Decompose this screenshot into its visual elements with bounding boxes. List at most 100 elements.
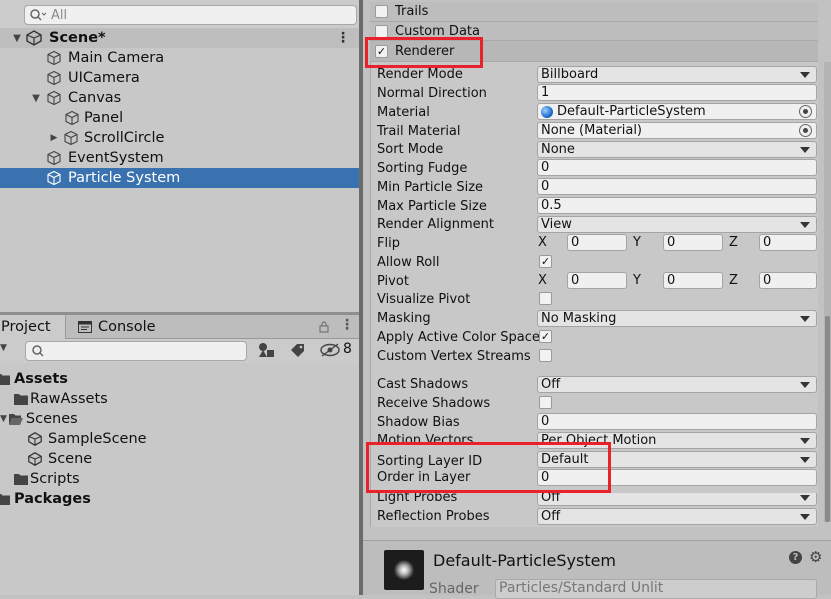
module-trails[interactable]: Trails: [370, 2, 818, 22]
hierarchy-item-scrollcircle[interactable]: ▶ ScrollCircle: [0, 128, 362, 148]
dropdown-value: Billboard: [541, 67, 599, 82]
project-search-input[interactable]: [25, 341, 247, 361]
hierarchy-search-input[interactable]: All: [24, 5, 357, 25]
hierarchy-item-particle-system[interactable]: Particle System: [0, 168, 359, 188]
pivot-z-input[interactable]: 0: [759, 272, 817, 289]
gameobject-cube-icon: [47, 50, 61, 66]
min-particle-size-input[interactable]: 0: [537, 178, 817, 195]
visualize-pivot-checkbox[interactable]: [539, 292, 552, 305]
search-icon: [32, 345, 44, 357]
object-picker-icon[interactable]: [799, 105, 812, 118]
console-icon: [78, 321, 92, 333]
hierarchy-scene-row[interactable]: ▼ Scene* ⋮: [0, 28, 362, 48]
inspector-scrollbar-thumb[interactable]: [825, 316, 830, 522]
reflection-probes-label: Reflection Probes: [377, 508, 490, 524]
apply-active-color-space-checkbox[interactable]: ✓: [539, 330, 552, 343]
project-item-label: Scripts: [30, 471, 80, 487]
hierarchy-toolbar: All: [0, 0, 362, 30]
hierarchy-item-main-camera[interactable]: Main Camera: [0, 48, 362, 68]
expand-arrow-icon[interactable]: ▼: [31, 93, 41, 104]
filter-by-label-icon[interactable]: [290, 343, 306, 357]
shadow-bias-input[interactable]: 0: [537, 413, 817, 430]
folder-icon: [14, 394, 28, 405]
flip-label: Flip: [377, 235, 400, 251]
trail-material-value: None (Material): [541, 123, 643, 138]
expand-arrow-icon[interactable]: ▼: [0, 414, 7, 424]
chevron-down-icon: [800, 495, 810, 501]
material-value: Default-ParticleSystem: [557, 104, 706, 119]
gameobject-cube-icon: [47, 170, 61, 186]
more-options-icon[interactable]: ⋮: [336, 30, 350, 46]
cast-shadows-dropdown[interactable]: Off: [537, 376, 817, 393]
material-object-field[interactable]: Default-ParticleSystem: [537, 103, 817, 120]
project-item-assets[interactable]: Assets: [0, 369, 68, 389]
visualize-pivot-label: Visualize Pivot: [377, 291, 471, 307]
render-mode-dropdown[interactable]: Billboard: [537, 66, 817, 83]
lock-icon[interactable]: [318, 321, 330, 333]
hierarchy-item-label: Particle System: [68, 170, 181, 186]
hierarchy-item-eventsystem[interactable]: EventSystem: [0, 148, 362, 168]
masking-dropdown[interactable]: No Masking: [537, 310, 817, 327]
hierarchy-item-label: Canvas: [68, 90, 122, 106]
chevron-down-icon: [800, 382, 810, 388]
pivot-x-input[interactable]: 0: [567, 272, 627, 289]
flip-x-input[interactable]: 0: [567, 234, 627, 251]
normal-direction-input[interactable]: 1: [537, 84, 817, 101]
module-toggle[interactable]: [375, 5, 388, 18]
receive-shadows-label: Receive Shadows: [377, 395, 491, 411]
project-item-rawassets[interactable]: RawAssets: [0, 389, 108, 409]
hierarchy-tree: ▼ Scene* ⋮ Main Camera UICamera ▼ Canvas…: [0, 28, 362, 312]
project-item-scripts[interactable]: Scripts: [0, 469, 80, 489]
gear-icon[interactable]: ⚙: [809, 548, 822, 566]
custom-vertex-streams-checkbox[interactable]: [539, 349, 552, 362]
shader-dropdown[interactable]: Particles/Standard Unlit: [495, 579, 817, 599]
masking-label: Masking: [377, 310, 431, 326]
search-placeholder: All: [51, 7, 68, 23]
allow-roll-checkbox[interactable]: ✓: [539, 255, 552, 268]
unity-scene-icon: [28, 432, 42, 446]
folder-icon: [0, 374, 10, 385]
hierarchy-item-label: ScrollCircle: [84, 130, 165, 146]
collapse-arrow-icon[interactable]: ▶: [49, 133, 59, 143]
dropdown-value: Off: [541, 509, 561, 524]
reflection-probes-dropdown[interactable]: Off: [537, 508, 817, 525]
project-item-label: Assets: [14, 371, 68, 387]
help-icon[interactable]: ?: [789, 551, 802, 564]
project-item-samplescene[interactable]: SampleScene: [0, 429, 147, 449]
project-item-scene[interactable]: Scene: [0, 449, 92, 469]
hidden-packages-icon[interactable]: [320, 343, 340, 357]
highlight-box-sorting: [366, 442, 611, 493]
shadow-bias-label: Shadow Bias: [377, 414, 460, 430]
flip-y-input[interactable]: 0: [663, 234, 723, 251]
tab-project[interactable]: Project: [0, 315, 66, 339]
material-label: Material: [377, 104, 430, 120]
pivot-y-input[interactable]: 0: [663, 272, 723, 289]
module-toggle[interactable]: [375, 24, 388, 38]
hierarchy-item-panel[interactable]: Panel: [0, 108, 362, 128]
project-item-scenes[interactable]: ▼ Scenes: [0, 409, 78, 429]
max-particle-size-input[interactable]: 0.5: [537, 197, 817, 214]
tab-console[interactable]: Console: [78, 315, 168, 339]
sort-mode-dropdown[interactable]: None: [537, 141, 817, 158]
project-item-packages[interactable]: Packages: [0, 489, 91, 509]
dropdown-value: View: [541, 217, 572, 232]
object-picker-icon[interactable]: [799, 124, 812, 137]
project-item-label: Packages: [14, 491, 91, 507]
sorting-fudge-input[interactable]: 0: [537, 159, 817, 176]
render-alignment-label: Render Alignment: [377, 216, 495, 232]
hierarchy-item-uicamera[interactable]: UICamera: [0, 68, 362, 88]
more-options-icon[interactable]: ⋮: [340, 317, 354, 333]
trail-material-label: Trail Material: [377, 123, 461, 139]
create-dropdown-icon[interactable]: ▼: [0, 343, 7, 353]
flip-z-input[interactable]: 0: [759, 234, 817, 251]
render-alignment-dropdown[interactable]: View: [537, 216, 817, 233]
expand-arrow-icon[interactable]: ▼: [12, 33, 22, 44]
filter-by-type-icon[interactable]: [258, 342, 276, 358]
hidden-packages-count: 8: [343, 341, 352, 357]
unity-scene-icon: [26, 30, 42, 46]
hierarchy-item-canvas[interactable]: ▼ Canvas: [0, 88, 362, 108]
trail-material-object-field[interactable]: None (Material): [537, 122, 817, 139]
tab-label: Console: [98, 319, 156, 335]
receive-shadows-checkbox[interactable]: [539, 396, 552, 409]
gameobject-cube-icon: [47, 90, 61, 106]
